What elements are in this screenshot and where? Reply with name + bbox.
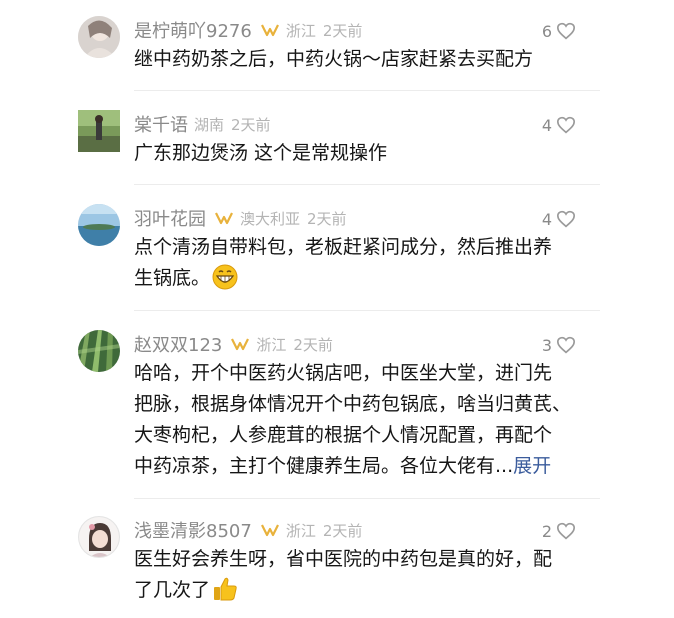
comment-text-line: 把脉，根据身体情况开个中药包锅底，啥当归黄芪、 [134,393,572,415]
gold-loop-badge-icon [260,23,280,37]
comment-text-segment: 了几次了 [134,579,211,601]
comment-text-segment: 中药凉茶，主打个健康养生局。各位大佬有... [134,455,514,477]
username[interactable]: 浅墨清影8507 [134,517,252,543]
divider [134,310,600,311]
comment-text: 继中药奶茶之后，中药火锅～店家赶紧去买配方 [134,48,534,70]
grinning-face-emoji [212,264,238,300]
avatar-image [79,517,119,557]
like-count: 2 [541,521,552,541]
heart-outline-icon [556,210,576,228]
location-label: 浙江 [285,21,316,40]
comment-text-line: 医生好会养生呀，省中医院的中药包是真的好，配 [134,548,553,570]
expand-link[interactable]: 展开 [513,455,551,477]
heart-outline-icon [556,522,576,540]
like-count: 4 [541,115,552,135]
timestamp: 2天前 [322,21,363,40]
avatar[interactable] [78,16,120,58]
avatar-image [78,330,120,372]
avatar[interactable] [78,516,120,558]
avatar-image [78,16,120,58]
username[interactable]: 羽叶花园 [134,205,206,231]
comment-text-line: 了几次了 [134,575,590,612]
like-count: 4 [541,209,552,229]
like-button[interactable]: 4 [542,113,576,137]
heart-outline-icon [556,22,576,40]
username[interactable]: 是柠萌吖9276 [134,17,252,43]
timestamp: 2天前 [322,521,363,540]
location-label: 湖南 [194,115,225,134]
gold-loop-badge-icon [230,337,250,351]
avatar-image [78,204,120,246]
username[interactable]: 赵双双123 [134,331,222,357]
gold-loop-badge-icon [214,211,234,225]
location-label: 澳大利亚 [240,209,301,228]
like-button[interactable]: 6 [542,19,576,43]
comment-text-line: 生锅底。 [134,263,590,300]
username[interactable]: 棠千语 [134,111,188,137]
comment-text-line: 大枣枸杞，人参鹿茸的根据个人情况配置，再配个 [134,424,553,446]
like-count: 3 [541,335,552,355]
location-label: 浙江 [285,521,316,540]
divider [134,184,600,185]
divider [134,90,600,91]
heart-outline-icon [556,336,576,354]
timestamp: 2天前 [231,115,271,134]
timestamp: 2天前 [293,335,333,354]
like-button[interactable]: 4 [542,207,576,231]
comment-text-segment: 生锅底。 [134,267,211,289]
avatar[interactable] [78,204,120,246]
comment-text: 哈哈，开个中医药火锅店吧，中医坐大堂，进门先 把脉，根据身体情况开个中药包锅底，… [134,358,590,482]
comment-text: 点个清汤自带料包，老板赶紧问成分，然后推出养 生锅底。 [134,232,590,300]
timestamp: 2天前 [307,209,347,228]
comment-text-line: 中药凉茶，主打个健康养生局。各位大佬有...展开 [134,451,590,482]
like-button[interactable]: 3 [542,333,576,357]
thumbs-up-emoji [212,576,238,612]
gold-loop-badge-icon [260,523,280,537]
comment-text: 广东那边煲汤 这个是常规操作 [134,142,388,164]
avatar[interactable] [78,330,120,372]
avatar-image [78,110,120,152]
like-count: 6 [541,21,552,41]
location-label: 浙江 [256,335,287,354]
comment-text-line: 哈哈，开个中医药火锅店吧，中医坐大堂，进门先 [134,362,553,384]
heart-outline-icon [556,116,576,134]
comment-text: 医生好会养生呀，省中医院的中药包是真的好，配 了几次了 [134,544,590,612]
avatar[interactable] [78,110,120,152]
divider [134,498,600,499]
comment-text-line: 点个清汤自带料包，老板赶紧问成分，然后推出养 [134,236,553,258]
like-button[interactable]: 2 [542,519,576,543]
